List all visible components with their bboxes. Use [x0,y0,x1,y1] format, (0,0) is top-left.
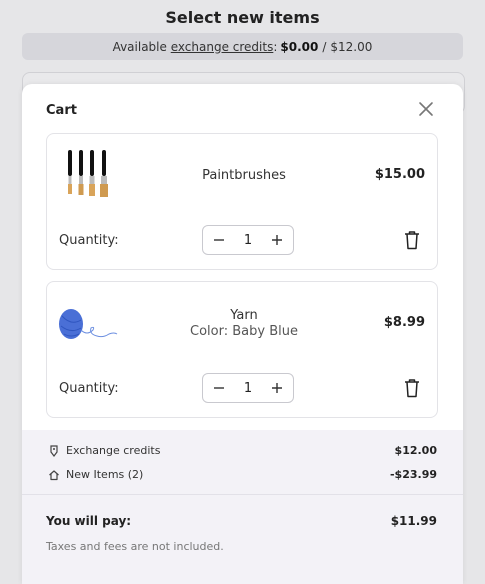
credits-separator: / [322,39,327,54]
plus-icon[interactable] [269,232,285,248]
summary-divider [22,494,463,495]
exchange-credits-label: Exchange credits [66,444,161,457]
item-price: $15.00 [374,167,425,182]
item-name: Yarn [230,308,258,323]
credits-bar: Available exchange credits: $0.00 / $12.… [22,33,463,60]
minus-icon[interactable] [211,232,227,248]
new-items-label: New Items (2) [66,468,144,481]
credit-tag-icon [48,444,60,457]
cart-item: Paintbrushes $15.00 Quantity: 1 [46,133,438,270]
credits-colon: : [273,39,278,54]
cart-modal: Cart Paintbrushes $15.00 Quantity: 1 Yar… [22,84,463,584]
taxes-note: Taxes and fees are not included. [46,540,224,553]
quantity-stepper: 1 [202,373,294,403]
house-icon [48,469,60,481]
total-row: You will pay: $11.99 [46,514,437,528]
credits-prefix: Available [112,39,167,54]
total-amount: $11.99 [390,514,437,528]
quantity-label: Quantity: [59,233,119,248]
new-items-amount: -$23.99 [389,468,437,481]
quantity-label: Quantity: [59,381,119,396]
new-items-row: New Items (2) -$23.99 [48,468,437,481]
close-icon[interactable] [416,99,436,119]
exchange-credits-amount: $12.00 [394,444,437,457]
trash-icon[interactable] [403,230,421,250]
paintbrushes-image [59,148,119,202]
trash-icon[interactable] [403,378,421,398]
quantity-value[interactable]: 1 [244,381,252,396]
item-price: $8.99 [383,315,425,330]
page-title: Select new items [165,8,320,27]
quantity-stepper: 1 [202,225,294,255]
order-summary: Exchange credits $12.00 New Items (2) -$… [22,430,463,584]
plus-icon[interactable] [269,380,285,396]
exchange-credits-row: Exchange credits $12.00 [48,444,437,457]
minus-icon[interactable] [211,380,227,396]
cart-title: Cart [46,103,77,118]
item-name: Paintbrushes [202,168,286,183]
credits-total: $12.00 [330,39,373,54]
item-variant: Color: Baby Blue [190,324,298,339]
quantity-value[interactable]: 1 [244,233,252,248]
exchange-credits-link[interactable]: exchange credits [171,40,274,54]
cart-item: Yarn Color: Baby Blue $8.99 Quantity: 1 [46,281,438,418]
total-label: You will pay: [46,514,132,528]
yarn-image [59,296,119,350]
credits-available: $0.00 [280,39,319,54]
